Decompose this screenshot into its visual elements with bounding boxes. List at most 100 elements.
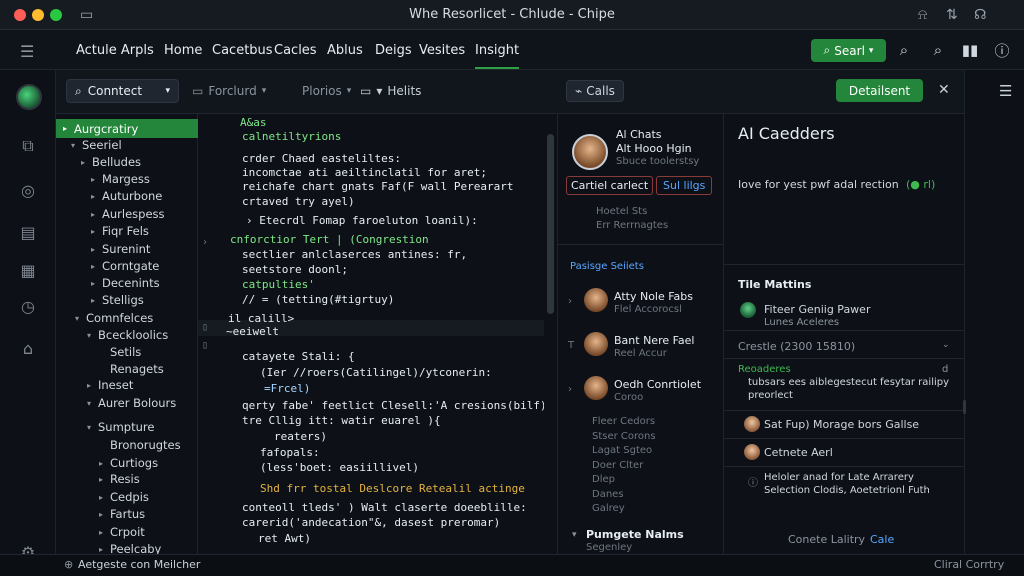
chevron-right-icon[interactable]: ▸	[88, 210, 98, 219]
chevron-right-icon[interactable]: ▸	[88, 227, 98, 236]
chevron-right-icon[interactable]: ›	[568, 296, 572, 307]
chevron-down-icon[interactable]: ▾	[72, 314, 82, 323]
zoom-icon[interactable]: ⌕	[893, 39, 915, 61]
chevron-right-icon[interactable]: ▸	[84, 381, 94, 390]
chevron-right-icon[interactable]: ▸	[88, 296, 98, 305]
chevron-down-icon[interactable]: ▾	[84, 399, 94, 408]
menu-item-cacetbus[interactable]: Cacetbus	[212, 43, 273, 58]
tree-item[interactable]: ▸ Ineset	[84, 378, 133, 392]
chevron-right-icon[interactable]: ▸	[78, 158, 88, 167]
tree-item[interactable]: ▸ Auturbone	[88, 189, 162, 203]
tree-item[interactable]: ▾ Sumpture	[84, 420, 154, 434]
tree-item[interactable]: Bronorugtes	[96, 438, 181, 452]
menu-item-deigs[interactable]: Deigs	[375, 43, 412, 58]
right-footer-badge[interactable]: Cale	[870, 533, 894, 546]
tree-item[interactable]: ▾ Aurer Bolours	[84, 396, 176, 410]
close-icon[interactable]: ✕	[938, 82, 950, 98]
chat-list-item[interactable]: Dlep	[592, 474, 615, 485]
files-icon[interactable]: ⧉	[18, 136, 38, 156]
fold-icon[interactable]: ▯	[202, 340, 208, 351]
tree-item[interactable]: ▸ Fiqr Fels	[88, 224, 149, 238]
scrollbar-thumb[interactable]	[547, 134, 554, 314]
contact-avatar[interactable]	[584, 332, 608, 356]
tree-item[interactable]: ▸ Decenints	[88, 276, 160, 290]
avatar[interactable]	[16, 84, 42, 110]
hamburger-menu-icon[interactable]: ☰	[20, 42, 34, 61]
contact-name[interactable]: Atty Nole Fabs	[614, 290, 693, 303]
chevron-right-icon[interactable]: ▸	[96, 475, 106, 484]
menu-item-cacles[interactable]: Cacles	[274, 43, 317, 58]
chevron-right-icon[interactable]: ▸	[96, 528, 106, 537]
tree-item[interactable]: ▸ Curtiogs	[96, 456, 158, 470]
contact-avatar[interactable]	[584, 376, 608, 400]
calls-tab[interactable]: ⌁ Calls	[566, 80, 624, 102]
chevron-right-icon[interactable]: ▸	[96, 545, 106, 554]
bell-icon[interactable]: ⍾	[918, 7, 927, 23]
search-button[interactable]: ⌕ Searl ▾	[811, 39, 886, 62]
tree-item[interactable]: ▸ Aurgcratiry	[56, 119, 198, 138]
tree-item[interactable]: ▾ Seeriel	[68, 138, 122, 152]
contact-avatar[interactable]	[584, 288, 608, 312]
right-item-1[interactable]: Sat Fup) Morage bors Gallse	[764, 418, 919, 431]
menu-item-home[interactable]: Home	[164, 43, 202, 58]
clock-icon[interactable]: ◷	[18, 296, 38, 316]
context-select[interactable]: ⌕ Conntect ▾	[66, 79, 179, 103]
chart-icon[interactable]: ▮▮	[959, 39, 981, 61]
building-icon[interactable]: ⌂	[18, 338, 38, 358]
tree-item[interactable]: ▸ Corntgate	[88, 259, 159, 273]
fold-icon[interactable]: ›	[202, 237, 208, 248]
helits-tool[interactable]: ▭ ▾ Helits	[360, 84, 421, 98]
chat-list-item[interactable]: Lagat Sgteo	[592, 445, 652, 456]
contact-name[interactable]: Bant Nere Fael	[614, 334, 695, 347]
fold-icon[interactable]: ▯	[202, 322, 208, 333]
tree-item[interactable]: ▸ Margess	[88, 172, 150, 186]
chevron-down-icon[interactable]: ▾	[572, 530, 577, 540]
extensions-icon[interactable]: ▦	[18, 260, 38, 280]
chevron-down-icon[interactable]: ▾	[84, 423, 94, 432]
chat-list-item[interactable]: Danes	[592, 489, 624, 500]
chevron-right-icon[interactable]: ▸	[96, 493, 106, 502]
status-right[interactable]: Cliral Corrtry	[934, 558, 1004, 571]
sul-lilgs-button[interactable]: Sul lilgs	[656, 176, 713, 195]
info-icon[interactable]: ⓘ	[991, 39, 1013, 61]
tree-item[interactable]: ▸ Aurlespess	[88, 207, 165, 221]
chevron-right-icon[interactable]: ▸	[88, 192, 98, 201]
find-icon[interactable]: ⌕	[927, 39, 949, 61]
split-icon[interactable]: ⇅	[946, 7, 958, 23]
document-icon[interactable]: ▤	[18, 222, 38, 242]
chevron-right-icon[interactable]: ▸	[96, 510, 106, 519]
chevron-right-icon[interactable]: ›	[568, 384, 572, 395]
tree-item[interactable]: ▾ Bceckloolics	[84, 328, 168, 342]
details-button[interactable]: Detailsent	[836, 79, 923, 102]
menu-icon[interactable]: ☰	[999, 82, 1012, 100]
status-left[interactable]: Aetgeste con Meilcher	[78, 558, 200, 571]
chevron-down-icon[interactable]: ⌄	[942, 340, 950, 350]
tree-item[interactable]: ▸ Belludes	[78, 155, 141, 169]
menu-item-actule-arpls[interactable]: Actule Arpls	[76, 43, 154, 58]
user-avatar[interactable]	[740, 302, 756, 318]
chevron-right-icon[interactable]: ▸	[88, 262, 98, 271]
chevron-right-icon[interactable]: ▸	[88, 245, 98, 254]
chevron-right-icon[interactable]: ▸	[60, 124, 70, 133]
editor-scrollbar[interactable]	[544, 114, 558, 554]
menu-item-ablus[interactable]: Ablus	[327, 43, 363, 58]
item-avatar[interactable]	[744, 416, 760, 432]
user-icon[interactable]: ☊	[974, 7, 986, 23]
chevron-down-icon[interactable]: ▾	[68, 141, 78, 150]
right-item-2[interactable]: Cetnete Aerl	[764, 446, 833, 459]
chat-avatar[interactable]	[572, 134, 608, 170]
chevron-right-icon[interactable]: ▸	[88, 175, 98, 184]
menu-item-vesites[interactable]: Vesites	[419, 43, 465, 58]
chevron-down-icon[interactable]: ▾	[84, 331, 94, 340]
tree-item[interactable]: ▸ Resis	[96, 472, 140, 486]
item-avatar[interactable]	[744, 444, 760, 460]
chat-list-item[interactable]: Fleer Cedors	[592, 416, 655, 427]
instagram-icon[interactable]: ◎	[18, 180, 38, 200]
crestle-select[interactable]: Crestle (2300 15810)	[738, 340, 855, 353]
tree-item[interactable]: ▸ Stelligs	[88, 293, 144, 307]
chat-list-item[interactable]: Doer Clter	[592, 460, 643, 471]
chevron-right-icon[interactable]: ▸	[88, 279, 98, 288]
contact-name[interactable]: Oedh Conrtiolet	[614, 378, 701, 391]
menu-item-insight[interactable]: Insight	[475, 43, 520, 69]
tree-item[interactable]: ▸ Fartus	[96, 507, 145, 521]
